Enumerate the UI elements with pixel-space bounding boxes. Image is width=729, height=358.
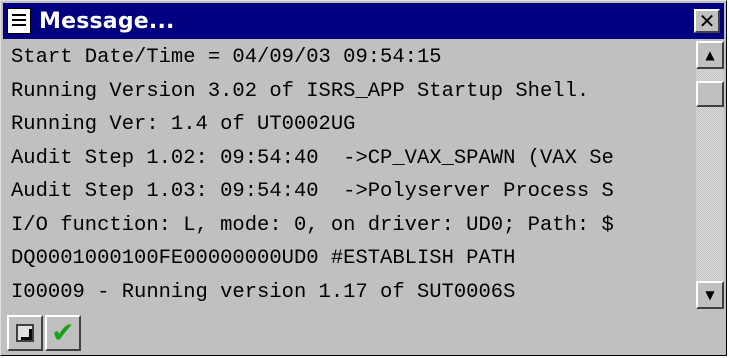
arrow-up-icon: ▲	[705, 48, 715, 62]
document-icon	[7, 8, 31, 34]
scroll-down-button[interactable]: ▼	[696, 281, 724, 309]
close-icon: ✕	[698, 9, 716, 33]
message-log: Start Date/Time = 04/09/03 09:54:15 Runn…	[3, 41, 696, 309]
message-window: Message... ✕ Start Date/Time = 04/09/03 …	[0, 0, 727, 356]
arrow-down-icon: ▼	[705, 288, 715, 302]
confirm-button[interactable]: ✔	[45, 315, 81, 351]
scrollbar-thumb[interactable]	[696, 81, 724, 107]
close-button[interactable]: ✕	[694, 9, 720, 33]
vertical-scrollbar[interactable]: ▲ ▼	[696, 41, 724, 309]
bottom-toolbar: ✔	[3, 313, 724, 353]
log-line: DQ0001000100FE00000000UD0 #ESTABLISH PAT…	[11, 247, 516, 270]
log-line: Audit Step 1.02: 09:54:40 ->CP_VAX_SPAWN…	[11, 146, 614, 170]
log-line: Start Date/Time = 04/09/03 09:54:15	[11, 46, 442, 69]
checkmark-icon: ✔	[51, 316, 75, 349]
log-line: I00009 - Running version 1.17 of SUT0006…	[11, 280, 516, 304]
scroll-up-button[interactable]: ▲	[696, 41, 724, 69]
action-button-one[interactable]	[7, 315, 43, 351]
log-line: Audit Step 1.03: 09:54:40 ->Polyserver P…	[11, 180, 614, 203]
log-line: Running Version 3.02 of ISRS_APP Startup…	[11, 79, 590, 103]
log-line: I/O function: L, mode: 0, on driver: UD0…	[11, 213, 614, 237]
window-title: Message...	[39, 8, 175, 34]
arrow-box-icon	[16, 324, 34, 342]
log-line: Running Ver: 1.4 of UT0002UG	[11, 113, 356, 136]
title-bar: Message... ✕	[3, 3, 724, 39]
